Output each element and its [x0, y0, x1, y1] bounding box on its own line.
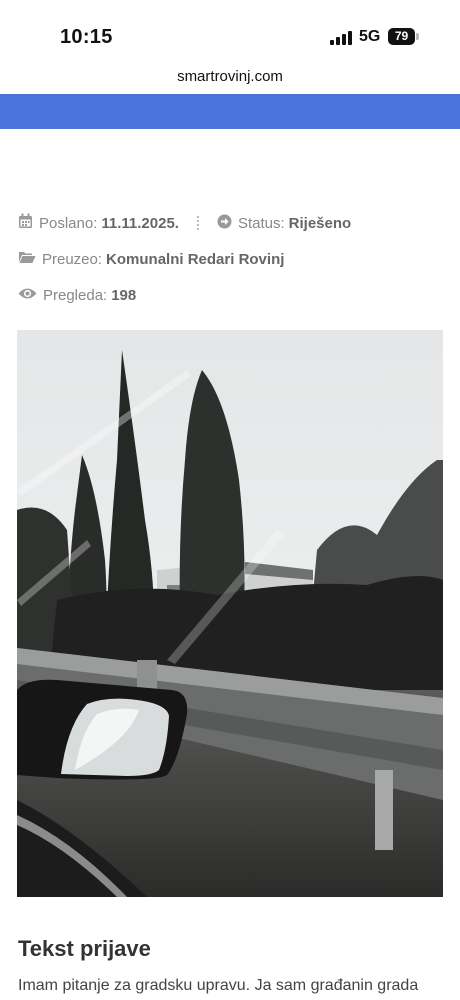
taken-label: Preuzeo:	[42, 250, 103, 268]
views-value: 198	[111, 287, 137, 304]
calendar-icon	[18, 213, 33, 233]
report-text-heading: Tekst prijave	[18, 936, 151, 961]
battery-tip	[416, 33, 419, 40]
arrow-circle-icon	[217, 214, 232, 233]
meta-row-sent: Poslano: 11.11.2025. Status: Riješeno	[18, 213, 351, 233]
status-time: 10:15	[60, 26, 113, 48]
signal-icon	[330, 30, 354, 45]
network-label: 5G	[359, 28, 381, 45]
report-text-body: Imam pitanje za gradsku upravu. Ja sam g…	[18, 977, 419, 994]
status-label: Status:	[237, 214, 285, 232]
url-bar[interactable]: smartrovinj.com	[0, 68, 460, 85]
eye-icon	[18, 287, 37, 304]
header-band	[0, 94, 460, 129]
status-bar: 10:15 5G 79	[0, 0, 460, 64]
battery-icon: 79	[388, 28, 415, 45]
views-label: Pregleda:	[43, 287, 108, 304]
folder-open-icon	[18, 250, 36, 268]
status-value: Riješeno	[288, 214, 352, 232]
report-photo[interactable]	[17, 330, 443, 897]
meta-divider	[196, 216, 199, 230]
sent-label: Poslano:	[39, 214, 98, 232]
meta-row-views: Pregleda: 198	[18, 287, 136, 304]
meta-row-taken: Preuzeo: Komunalni Redari Rovinj	[18, 250, 284, 268]
taken-value: Komunalni Redari Rovinj	[106, 250, 285, 268]
sent-value: 11.11.2025.	[101, 214, 179, 232]
